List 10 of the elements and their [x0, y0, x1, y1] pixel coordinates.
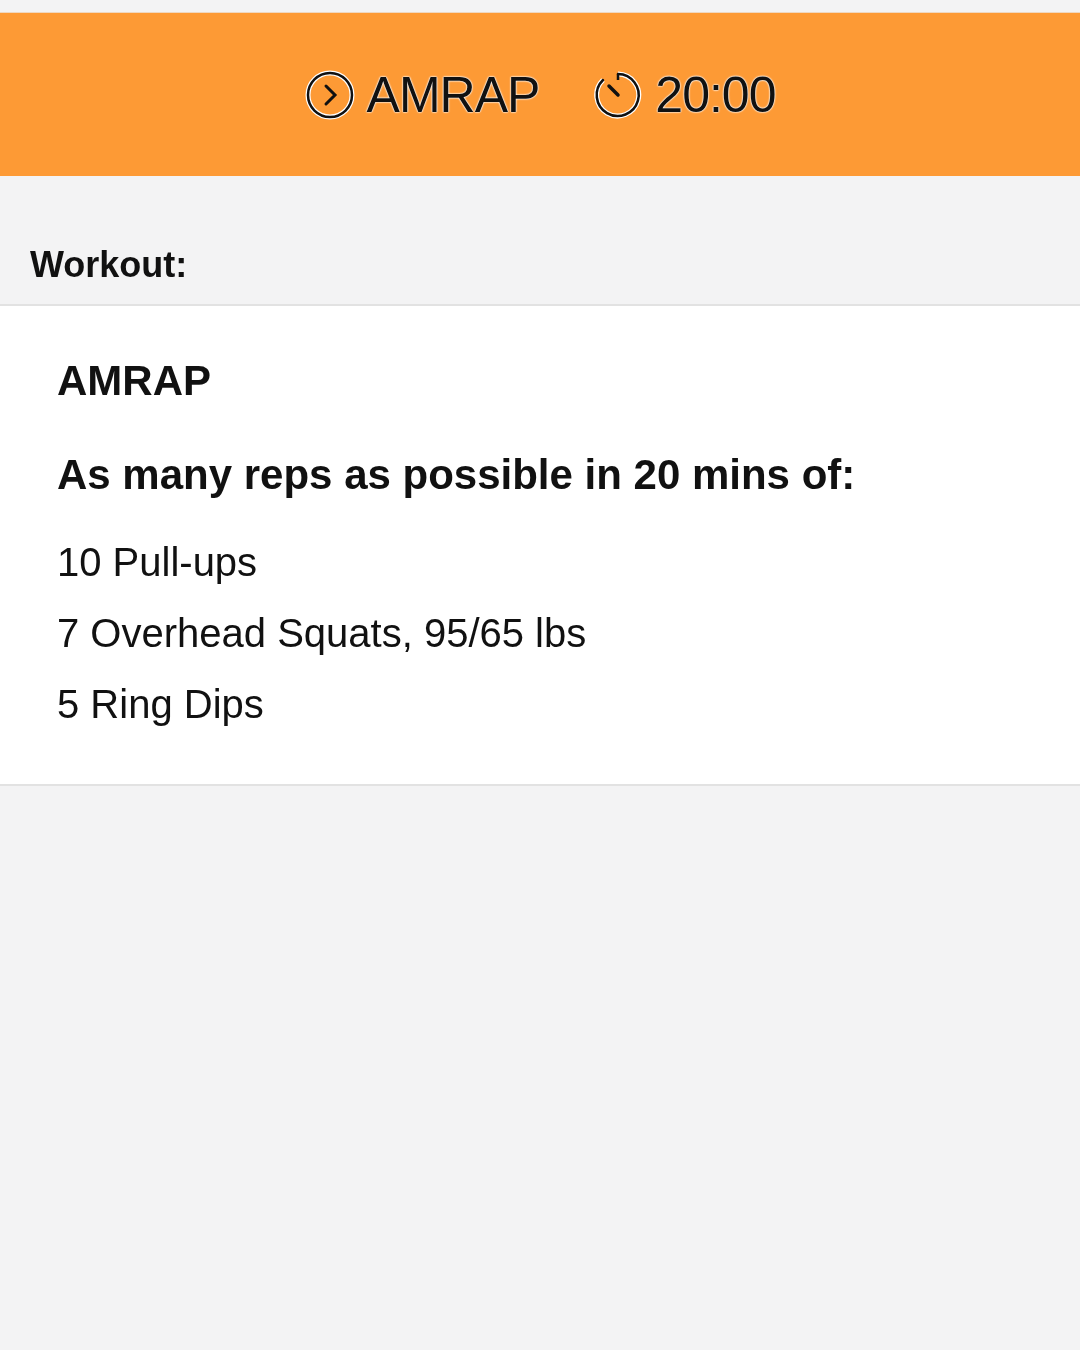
workout-type: AMRAP	[366, 65, 540, 124]
movement-line: 10 Pull-ups	[57, 538, 258, 586]
chevron-circle-icon	[304, 69, 355, 120]
section-label: Workout:	[29, 243, 189, 287]
movement-line: 5 Ring Dips	[57, 680, 264, 728]
movement-line: 7 Overhead Squats, 95/65 lbs	[57, 609, 587, 657]
timer-icon	[593, 69, 644, 120]
workout-title: AMRAP	[57, 356, 212, 406]
workout-duration: 20:00	[655, 65, 776, 124]
workout-subtitle: As many reps as possible in 20 mins of:	[57, 450, 857, 501]
